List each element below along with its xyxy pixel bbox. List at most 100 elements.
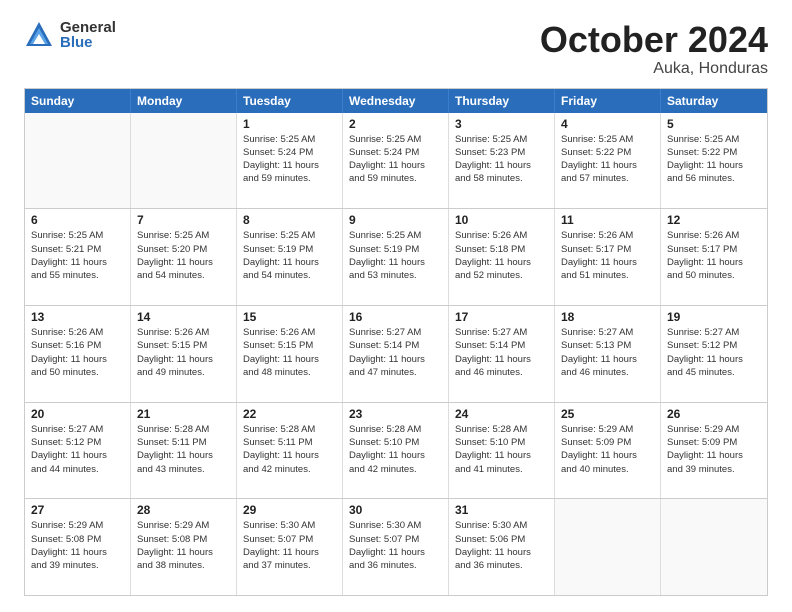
calendar-body: 1 Sunrise: 5:25 AM Sunset: 5:24 PM Daylig… <box>25 113 767 595</box>
day-info: Sunrise: 5:27 AM Sunset: 5:12 PM Dayligh… <box>31 423 124 476</box>
page: General Blue October 2024 Auka, Honduras… <box>0 0 792 612</box>
calendar-cell: 7Sunrise: 5:25 AM Sunset: 5:20 PM Daylig… <box>131 209 237 305</box>
calendar-cell: 28Sunrise: 5:29 AM Sunset: 5:08 PM Dayli… <box>131 499 237 595</box>
day-number: 31 <box>455 503 548 517</box>
calendar-cell: 13Sunrise: 5:26 AM Sunset: 5:16 PM Dayli… <box>25 306 131 402</box>
day-info: Sunrise: 5:30 AM Sunset: 5:07 PM Dayligh… <box>243 519 336 572</box>
day-info: Sunrise: 5:26 AM Sunset: 5:18 PM Dayligh… <box>455 229 548 282</box>
header: General Blue October 2024 Auka, Honduras <box>24 20 768 78</box>
day-info: Sunrise: 5:29 AM Sunset: 5:08 PM Dayligh… <box>31 519 124 572</box>
calendar-cell: 23Sunrise: 5:28 AM Sunset: 5:10 PM Dayli… <box>343 403 449 499</box>
calendar-cell: 2Sunrise: 5:25 AM Sunset: 5:24 PM Daylig… <box>343 113 449 209</box>
calendar-cell: 27 Sunrise: 5:29 AM Sunset: 5:08 PM Dayli… <box>25 499 131 595</box>
day-info: Sunrise: 5:25 AM Sunset: 5:21 PM Dayligh… <box>31 229 124 282</box>
day-info: Sunrise: 5:25 AM Sunset: 5:22 PM Dayligh… <box>561 133 654 186</box>
day-number: 16 <box>349 310 442 324</box>
day-info: Sunrise: 5:28 AM Sunset: 5:10 PM Dayligh… <box>455 423 548 476</box>
calendar-cell: 5 Sunrise: 5:25 AM Sunset: 5:22 PM Daylig… <box>661 113 767 209</box>
calendar-cell: 26 Sunrise: 5:29 AM Sunset: 5:09 PM Dayli… <box>661 403 767 499</box>
day-info: Sunrise: 5:25 AM Sunset: 5:24 PM Dayligh… <box>243 133 336 186</box>
calendar-cell: 11 Sunrise: 5:26 AM Sunset: 5:17 PM Dayli… <box>555 209 661 305</box>
day-number: 18 <box>561 310 654 324</box>
day-number: 7 <box>137 213 230 227</box>
calendar-cell: 8Sunrise: 5:25 AM Sunset: 5:19 PM Daylig… <box>237 209 343 305</box>
day-number: 2 <box>349 117 442 131</box>
calendar-cell: 31 Sunrise: 5:30 AM Sunset: 5:06 PM Dayli… <box>449 499 555 595</box>
calendar-row: 13Sunrise: 5:26 AM Sunset: 5:16 PM Dayli… <box>25 305 767 402</box>
day-number: 14 <box>137 310 230 324</box>
day-info: Sunrise: 5:29 AM Sunset: 5:09 PM Dayligh… <box>667 423 761 476</box>
calendar-header: SundayMondayTuesdayWednesdayThursdayFrid… <box>25 89 767 113</box>
day-number: 27 <box>31 503 124 517</box>
day-info: Sunrise: 5:30 AM Sunset: 5:06 PM Dayligh… <box>455 519 548 572</box>
day-info: Sunrise: 5:29 AM Sunset: 5:08 PM Dayligh… <box>137 519 230 572</box>
logo: General Blue <box>24 20 116 50</box>
day-number: 29 <box>243 503 336 517</box>
calendar-header-cell: Monday <box>131 89 237 113</box>
day-info: Sunrise: 5:27 AM Sunset: 5:13 PM Dayligh… <box>561 326 654 379</box>
day-number: 30 <box>349 503 442 517</box>
calendar-cell: 1 Sunrise: 5:25 AM Sunset: 5:24 PM Daylig… <box>237 113 343 209</box>
logo-blue-text: Blue <box>60 35 116 50</box>
calendar-row: 1 Sunrise: 5:25 AM Sunset: 5:24 PM Daylig… <box>25 113 767 209</box>
day-number: 12 <box>667 213 761 227</box>
day-number: 17 <box>455 310 548 324</box>
calendar-cell: 3Sunrise: 5:25 AM Sunset: 5:23 PM Daylig… <box>449 113 555 209</box>
calendar-cell: 4 Sunrise: 5:25 AM Sunset: 5:22 PM Daylig… <box>555 113 661 209</box>
calendar-cell: 30Sunrise: 5:30 AM Sunset: 5:07 PM Dayli… <box>343 499 449 595</box>
calendar-header-cell: Tuesday <box>237 89 343 113</box>
day-info: Sunrise: 5:27 AM Sunset: 5:14 PM Dayligh… <box>455 326 548 379</box>
logo-icon <box>24 20 54 50</box>
day-info: Sunrise: 5:29 AM Sunset: 5:09 PM Dayligh… <box>561 423 654 476</box>
day-number: 23 <box>349 407 442 421</box>
day-number: 1 <box>243 117 336 131</box>
day-info: Sunrise: 5:26 AM Sunset: 5:17 PM Dayligh… <box>561 229 654 282</box>
calendar-cell <box>555 499 661 595</box>
title-block: October 2024 Auka, Honduras <box>540 20 768 78</box>
day-info: Sunrise: 5:25 AM Sunset: 5:19 PM Dayligh… <box>349 229 442 282</box>
calendar-cell <box>131 113 237 209</box>
day-number: 5 <box>667 117 761 131</box>
calendar-cell: 18 Sunrise: 5:27 AM Sunset: 5:13 PM Dayli… <box>555 306 661 402</box>
calendar-cell: 19Sunrise: 5:27 AM Sunset: 5:12 PM Dayli… <box>661 306 767 402</box>
day-info: Sunrise: 5:27 AM Sunset: 5:14 PM Dayligh… <box>349 326 442 379</box>
day-number: 25 <box>561 407 654 421</box>
calendar-header-cell: Thursday <box>449 89 555 113</box>
day-number: 8 <box>243 213 336 227</box>
day-number: 6 <box>31 213 124 227</box>
day-number: 13 <box>31 310 124 324</box>
logo-general-text: General <box>60 20 116 35</box>
day-info: Sunrise: 5:25 AM Sunset: 5:22 PM Dayligh… <box>667 133 761 186</box>
day-info: Sunrise: 5:28 AM Sunset: 5:11 PM Dayligh… <box>137 423 230 476</box>
day-number: 3 <box>455 117 548 131</box>
day-number: 26 <box>667 407 761 421</box>
calendar-cell <box>661 499 767 595</box>
day-info: Sunrise: 5:26 AM Sunset: 5:15 PM Dayligh… <box>137 326 230 379</box>
calendar-cell: 12Sunrise: 5:26 AM Sunset: 5:17 PM Dayli… <box>661 209 767 305</box>
calendar-cell: 17 Sunrise: 5:27 AM Sunset: 5:14 PM Dayli… <box>449 306 555 402</box>
calendar-cell: 25 Sunrise: 5:29 AM Sunset: 5:09 PM Dayli… <box>555 403 661 499</box>
calendar-cell: 14 Sunrise: 5:26 AM Sunset: 5:15 PM Dayli… <box>131 306 237 402</box>
day-number: 19 <box>667 310 761 324</box>
calendar-cell <box>25 113 131 209</box>
calendar-cell: 15Sunrise: 5:26 AM Sunset: 5:15 PM Dayli… <box>237 306 343 402</box>
logo-text: General Blue <box>60 20 116 50</box>
day-number: 24 <box>455 407 548 421</box>
calendar-cell: 21 Sunrise: 5:28 AM Sunset: 5:11 PM Dayli… <box>131 403 237 499</box>
day-number: 21 <box>137 407 230 421</box>
calendar-header-cell: Saturday <box>661 89 767 113</box>
calendar-cell: 10Sunrise: 5:26 AM Sunset: 5:18 PM Dayli… <box>449 209 555 305</box>
calendar-cell: 22 Sunrise: 5:28 AM Sunset: 5:11 PM Dayli… <box>237 403 343 499</box>
day-number: 20 <box>31 407 124 421</box>
day-number: 11 <box>561 213 654 227</box>
calendar-cell: 6 Sunrise: 5:25 AM Sunset: 5:21 PM Daylig… <box>25 209 131 305</box>
day-number: 15 <box>243 310 336 324</box>
title-location: Auka, Honduras <box>540 60 768 78</box>
calendar-header-cell: Wednesday <box>343 89 449 113</box>
calendar-cell: 20 Sunrise: 5:27 AM Sunset: 5:12 PM Dayli… <box>25 403 131 499</box>
day-number: 4 <box>561 117 654 131</box>
calendar-cell: 29 Sunrise: 5:30 AM Sunset: 5:07 PM Dayli… <box>237 499 343 595</box>
day-number: 22 <box>243 407 336 421</box>
day-info: Sunrise: 5:28 AM Sunset: 5:11 PM Dayligh… <box>243 423 336 476</box>
calendar-cell: 24 Sunrise: 5:28 AM Sunset: 5:10 PM Dayli… <box>449 403 555 499</box>
